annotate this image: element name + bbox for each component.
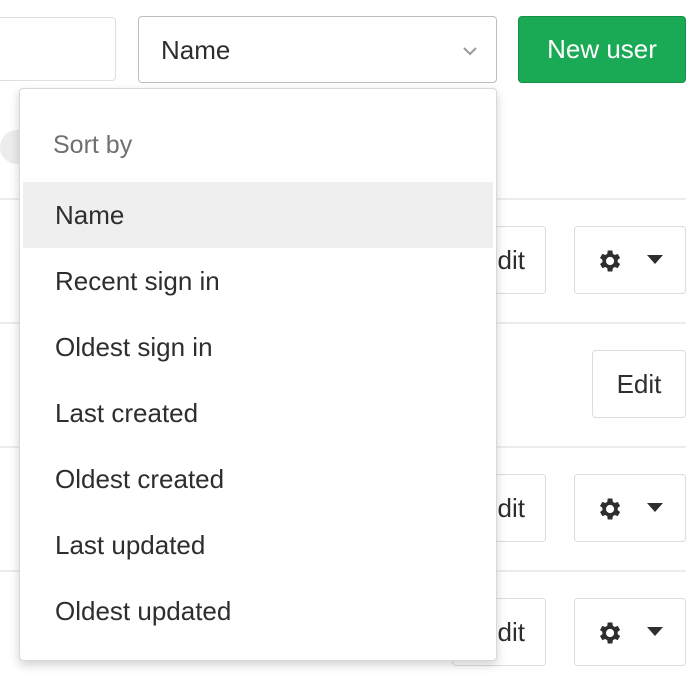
sort-option-oldest-sign-in[interactable]: Oldest sign in [23, 314, 493, 380]
edit-button[interactable]: Edit [592, 350, 686, 418]
search-input[interactable] [0, 17, 116, 81]
gear-icon [600, 622, 621, 644]
dropdown-header: Sort by [53, 131, 133, 159]
sort-option-oldest-created[interactable]: Oldest created [23, 446, 493, 512]
sort-option-last-updated[interactable]: Last updated [23, 512, 493, 578]
chevron-down-icon [463, 47, 477, 56]
user-settings-dropdown-button[interactable] [574, 474, 686, 542]
new-user-button[interactable]: New user [518, 16, 686, 83]
caret-down-icon [647, 503, 663, 512]
sort-option-last-created[interactable]: Last created [23, 380, 493, 446]
sort-option-name[interactable]: Name [23, 182, 493, 248]
user-settings-dropdown-button[interactable] [574, 598, 686, 666]
caret-down-icon [647, 255, 663, 264]
user-settings-dropdown-button[interactable] [574, 226, 686, 294]
sort-option-oldest-updated[interactable]: Oldest updated [23, 578, 493, 644]
gear-icon [600, 498, 621, 520]
sort-selected-value: Name [161, 35, 231, 65]
sort-dropdown-menu: Sort by Name Recent sign in Oldest sign … [19, 88, 497, 661]
gear-icon [600, 250, 621, 272]
sort-select[interactable]: Name [138, 16, 497, 83]
caret-down-icon [647, 627, 663, 636]
sort-option-recent-sign-in[interactable]: Recent sign in [23, 248, 493, 314]
